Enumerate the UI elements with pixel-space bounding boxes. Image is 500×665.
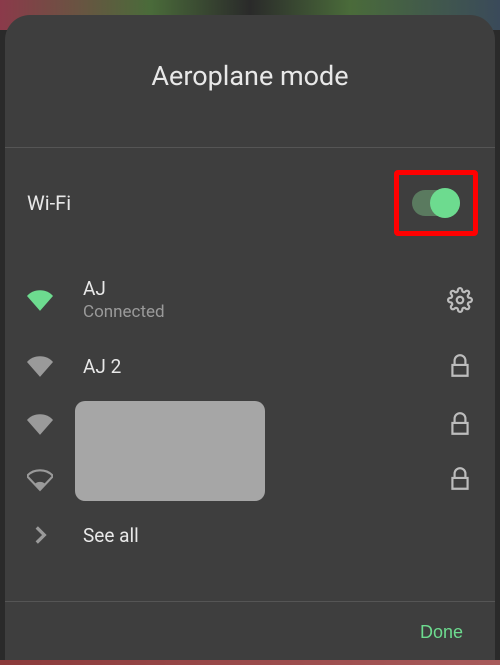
wifi-toggle[interactable]	[412, 190, 460, 216]
wifi-signal-full-icon	[27, 353, 53, 379]
wifi-label: Wi-Fi	[27, 191, 71, 215]
settings-panel: Aeroplane mode Wi-Fi AJ Connected	[5, 15, 495, 665]
redacted-networks	[5, 396, 495, 506]
see-all-row[interactable]: See all	[5, 506, 495, 564]
wifi-signal-full-icon	[27, 411, 53, 437]
done-button[interactable]: Done	[420, 622, 463, 643]
network-name: AJ 2	[83, 355, 447, 378]
network-name: AJ	[83, 277, 447, 300]
footer: Done	[5, 601, 495, 665]
wifi-signal-weak-icon	[27, 466, 53, 492]
wifi-toggle-thumb	[430, 188, 460, 218]
bottom-accent	[0, 660, 500, 665]
see-all-label: See all	[83, 524, 139, 547]
network-info: AJ 2	[83, 355, 447, 378]
network-list: AJ Connected AJ 2	[5, 258, 495, 569]
redacted-label	[75, 401, 265, 501]
chevron-right-icon	[27, 522, 53, 548]
page-title: Aeroplane mode	[5, 15, 495, 147]
network-status: Connected	[83, 302, 447, 322]
lock-icon	[447, 466, 473, 492]
wifi-signal-full-icon	[27, 287, 53, 313]
lock-icon	[447, 353, 473, 379]
wifi-toggle-highlight	[394, 170, 478, 236]
network-row[interactable]: AJ 2	[5, 336, 495, 396]
gear-icon[interactable]	[447, 287, 473, 313]
lock-icon	[447, 411, 473, 437]
wifi-section-header: Wi-Fi	[5, 148, 495, 258]
network-info: AJ Connected	[83, 277, 447, 322]
network-row-connected[interactable]: AJ Connected	[5, 263, 495, 336]
